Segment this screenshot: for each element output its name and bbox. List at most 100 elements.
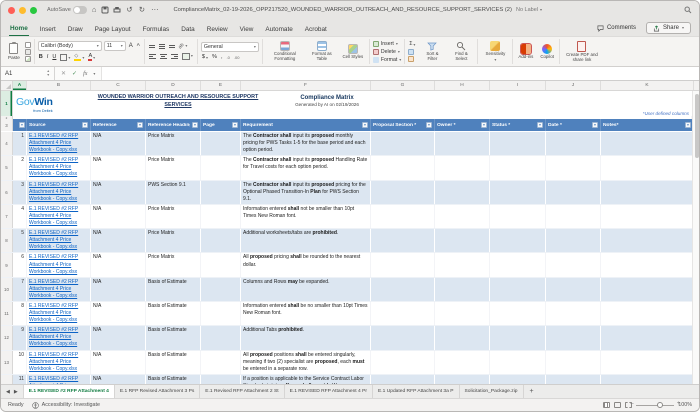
paste-button[interactable]: Paste (6, 42, 22, 60)
accessibility-checker[interactable]: Accessibility: Investigate (31, 401, 100, 409)
orientation-button[interactable]: ab ▾ (177, 42, 189, 50)
italic-button[interactable]: I (46, 54, 50, 62)
menu-tab-data[interactable]: Data (180, 24, 196, 36)
align-left-icon[interactable] (148, 53, 157, 60)
next-sheet-icon[interactable]: ▶ (14, 389, 18, 395)
menu-tab-draw[interactable]: Draw (67, 24, 84, 36)
find-select-button[interactable]: Find & Select (448, 41, 474, 62)
undo-icon[interactable]: ↺ (125, 6, 133, 14)
decrease-decimal-button[interactable]: .00 (233, 55, 241, 61)
source-link[interactable]: E.1 REVISED #2 RFP Attachment 4 Price Wo… (29, 376, 78, 384)
menu-tab-automate[interactable]: Automate (264, 24, 293, 36)
menu-tab-home[interactable]: Home (9, 23, 29, 36)
menu-tab-page-layout[interactable]: Page Layout (94, 24, 132, 36)
filter-icon[interactable]: ▼ (232, 122, 238, 128)
normal-view-icon[interactable] (603, 402, 611, 408)
copy-icon[interactable] (24, 48, 31, 55)
sheet-tab-e-1-rfp-revised-attachment-3-ps[interactable]: E.1 RFP Revised Attachment 3 Ps (115, 385, 201, 398)
share-button[interactable]: Share ▾ (645, 22, 691, 34)
menu-tab-review[interactable]: Review (206, 24, 229, 36)
source-link[interactable]: E.1 REVISED #2 RFP Attachment 4 Price Wo… (29, 254, 78, 274)
row-header-10[interactable]: 10 (1, 277, 13, 301)
format-cells-button[interactable]: Format ▾ (372, 56, 401, 63)
delete-cells-button[interactable]: Delete ▾ (372, 48, 401, 55)
insert-cells-button[interactable]: Insert ▾ (372, 40, 401, 47)
create-pdf-button[interactable]: Create PDF and share link (563, 40, 601, 63)
column-header-f[interactable]: F (241, 81, 371, 90)
row-header-3[interactable]: 3 (1, 119, 13, 131)
filter-icon[interactable]: ▼ (82, 122, 88, 128)
confirm-entry-icon[interactable]: ✓ (72, 70, 77, 77)
comments-button[interactable]: Comments (591, 23, 642, 33)
zoom-out-icon[interactable]: – (630, 401, 633, 407)
cancel-entry-icon[interactable]: ✕ (61, 70, 66, 77)
row-header-8[interactable]: 8 (1, 229, 13, 253)
redo-icon[interactable]: ↻ (138, 6, 146, 14)
menu-tab-insert[interactable]: Insert (39, 24, 57, 36)
align-bottom-icon[interactable] (168, 44, 176, 49)
percent-button[interactable]: % (211, 54, 218, 62)
increase-decimal-button[interactable]: .0 (226, 55, 231, 61)
column-header-d[interactable]: D (146, 81, 201, 90)
print-icon[interactable] (113, 6, 121, 14)
filter-icon[interactable]: ▼ (362, 122, 368, 128)
autosave-toggle[interactable]: AutoSave (47, 6, 87, 14)
zoom-slider[interactable]: – + (630, 401, 680, 408)
filter-icon[interactable]: ▼ (137, 122, 143, 128)
number-format-select[interactable]: General ▾ (200, 41, 259, 52)
addins-button[interactable]: Add-ins (516, 42, 535, 60)
column-header-j[interactable]: J (546, 81, 601, 90)
select-all-corner[interactable] (1, 81, 13, 90)
sensitivity-button[interactable]: Sensitivity ▾ (481, 41, 509, 62)
row-header-9[interactable]: 9 (1, 253, 13, 277)
filter-icon[interactable]: ▼ (426, 122, 432, 128)
comma-button[interactable]: , (220, 54, 224, 62)
merge-center-button[interactable]: ▾ (181, 52, 194, 61)
font-size-select[interactable]: 11 ▾ (103, 40, 126, 51)
row-header-5[interactable]: 5 (1, 156, 13, 180)
menu-tab-view[interactable]: View (239, 24, 255, 36)
filter-icon[interactable]: ▼ (192, 122, 198, 128)
underline-button[interactable]: U (51, 54, 57, 62)
filter-icon[interactable]: ▼ (19, 122, 25, 128)
row-header-13[interactable]: 13 (1, 350, 13, 374)
filter-icon[interactable]: ▼ (592, 122, 598, 128)
cut-icon[interactable] (24, 41, 31, 48)
source-link[interactable]: E.1 REVISED #2 RFP Attachment 4 Price Wo… (29, 279, 78, 299)
borders-button[interactable]: ▾ (59, 53, 71, 62)
save-icon[interactable] (101, 6, 109, 14)
autosum-button[interactable]: Σ ▾ (408, 41, 416, 48)
name-box-stepper[interactable]: ▲ ▼ (47, 69, 50, 78)
scrollbar-thumb[interactable] (694, 94, 699, 158)
currency-button[interactable]: $ ▾ (201, 54, 209, 62)
add-sheet-button[interactable]: + (524, 385, 540, 398)
row-header-1[interactable]: 1 (1, 91, 13, 116)
column-header-h[interactable]: H (435, 81, 490, 90)
sheet-tab-e-1-updated-rfp-attachment-3a-p[interactable]: E.1 Updated RFP Attachment 3a P (373, 385, 460, 398)
home-icon[interactable]: ⌂ (91, 6, 98, 14)
source-link[interactable]: E.1 REVISED #2 RFP Attachment 4 Price Wo… (29, 327, 78, 347)
sheet-tab-solicitation-package-zip[interactable]: Solicitation_Package.zip (460, 385, 524, 398)
close-window-button[interactable] (8, 6, 15, 14)
conditional-formatting-button[interactable]: Conditional Formatting (266, 41, 304, 62)
sort-filter-button[interactable]: Sort & Filter (419, 41, 445, 62)
source-link[interactable]: E.1 REVISED #2 RFP Attachment 4 Price Wo… (29, 157, 78, 177)
page-layout-view-icon[interactable] (614, 402, 622, 408)
fill-color-button[interactable]: ◇ ▾ (73, 53, 85, 62)
source-link[interactable]: E.1 REVISED #2 RFP Attachment 4 Price Wo… (29, 133, 78, 153)
row-header-7[interactable]: 7 (1, 204, 13, 229)
bold-button[interactable]: B (38, 54, 44, 62)
formula-input[interactable] (102, 67, 699, 80)
insert-function-icon[interactable]: fx (83, 71, 87, 77)
column-header-g[interactable]: G (371, 81, 435, 90)
row-header-14[interactable]: 14 (1, 374, 13, 384)
name-box[interactable]: A1 ▲ ▼ (1, 67, 55, 80)
cell-styles-button[interactable]: Cell Styles (340, 43, 366, 60)
row-header-4[interactable]: 4 (1, 132, 13, 156)
fill-button[interactable] (408, 49, 415, 55)
zoom-slider-knob[interactable] (657, 402, 664, 408)
source-link[interactable]: E.1 REVISED #2 RFP Attachment 4 Price Wo… (29, 230, 78, 250)
align-right-icon[interactable] (170, 53, 179, 60)
font-color-button[interactable]: A ▾ (87, 53, 96, 63)
column-header-e[interactable]: E (201, 81, 241, 90)
